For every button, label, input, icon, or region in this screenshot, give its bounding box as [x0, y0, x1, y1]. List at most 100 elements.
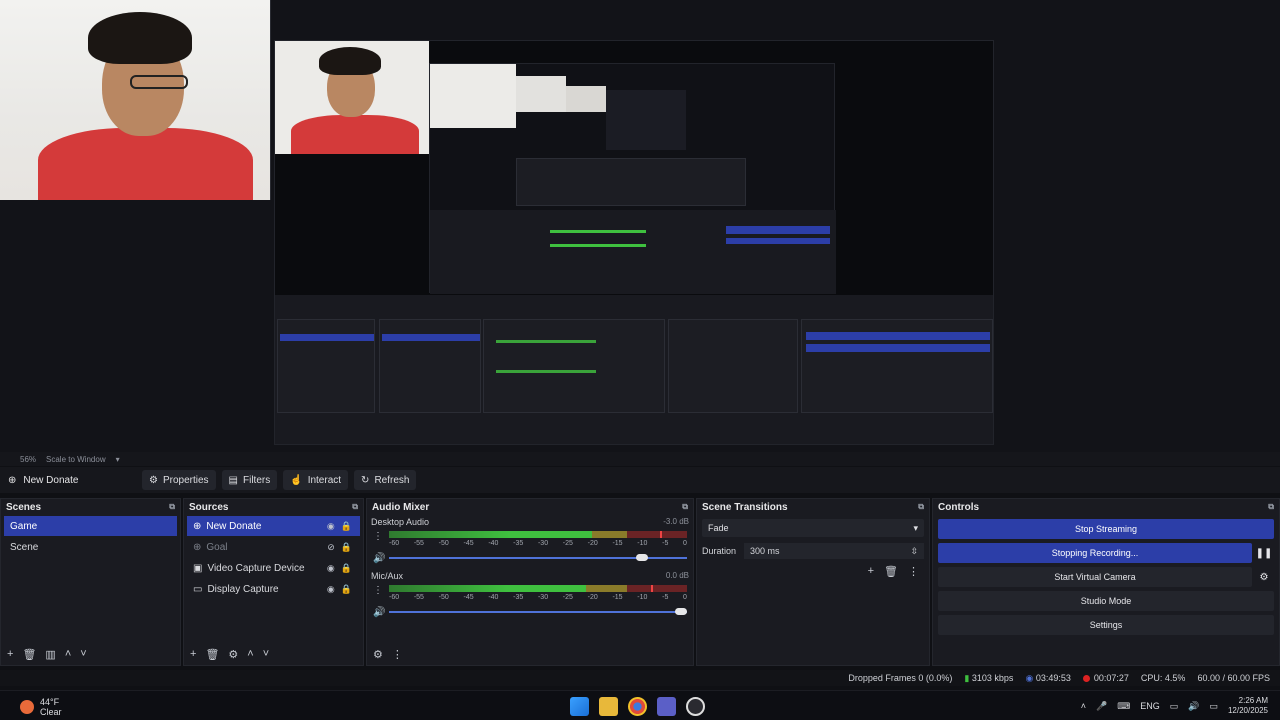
volume-slider[interactable]: [389, 608, 688, 615]
signal-icon: ▮: [964, 672, 970, 683]
source-toolbar: ⊕ New Donate ⚙ Properties ▤ Filters ☝ Inter…: [0, 467, 1280, 493]
undock-icon[interactable]: ⧉: [169, 502, 175, 512]
scene-item[interactable]: Game: [4, 516, 177, 536]
properties-button[interactable]: ⚙ Properties: [142, 470, 216, 490]
volume-icon[interactable]: 🔊: [1188, 701, 1199, 712]
source-item[interactable]: ⊕ New Donate ◉ 🔒: [187, 516, 360, 536]
chevron-down-icon[interactable]: ˅: [80, 648, 86, 660]
interact-label: Interact: [307, 474, 342, 486]
weather-temp: 44°F: [40, 697, 60, 707]
source-item[interactable]: ▣ Video Capture Device ◉ 🔒: [187, 558, 360, 578]
monitor-icon[interactable]: ▭: [1170, 701, 1179, 712]
source-item[interactable]: ⊕ Goal ⊘ 🔒: [187, 537, 360, 557]
battery-icon[interactable]: ▭: [1209, 701, 1218, 712]
taskbar: 44°F Clear ˄ 🎤 ⌨ ENG ▭ 🔊 ▭ 2:26 AM 12/20/…: [0, 690, 1280, 720]
eye-icon[interactable]: ◉: [327, 521, 335, 532]
transition-select[interactable]: Fade ▾: [702, 519, 924, 537]
spinner-icon[interactable]: ⇳: [910, 546, 918, 557]
more-icon[interactable]: ⋮: [373, 585, 383, 596]
gear-icon[interactable]: ⚙: [228, 648, 238, 661]
obs-icon[interactable]: [686, 697, 705, 716]
nested-preview: [274, 40, 994, 445]
trash-icon[interactable]: 🗑: [22, 648, 36, 661]
eye-icon[interactable]: ◉: [327, 584, 335, 595]
source-item[interactable]: ▭ Display Capture ◉ 🔒: [187, 579, 360, 599]
chevron-up-icon[interactable]: ˄: [247, 648, 253, 660]
lock-icon[interactable]: 🔒: [341, 563, 352, 574]
interact-button[interactable]: ☝ Interact: [283, 470, 349, 490]
audio-mixer-dock: Audio Mixer ⧉ Desktop Audio -3.0 dB ⋮ -60 -…: [366, 498, 694, 666]
chevron-down-icon: ▾: [913, 522, 918, 533]
filters-button[interactable]: ▤ Filters: [221, 470, 278, 490]
source-label: New Donate: [206, 520, 262, 532]
lock-icon[interactable]: 🔒: [341, 521, 352, 532]
nested-obs-window: [275, 295, 993, 444]
chevron-down-icon[interactable]: ▾: [116, 455, 120, 464]
eye-off-icon[interactable]: ⊘: [327, 542, 335, 553]
undock-icon[interactable]: ⧉: [918, 502, 924, 512]
undock-icon[interactable]: ⧉: [1268, 502, 1274, 512]
slider-knob[interactable]: [675, 608, 688, 615]
more-icon[interactable]: ⋮: [392, 648, 403, 661]
start-virtual-camera-button[interactable]: Start Virtual Camera: [938, 567, 1252, 587]
mic-icon[interactable]: 🎤: [1096, 701, 1107, 712]
windows-start-icon[interactable]: [570, 697, 589, 716]
weather-widget[interactable]: 44°F Clear: [20, 697, 62, 717]
studio-mode-button[interactable]: Studio Mode: [938, 591, 1274, 611]
duration-input[interactable]: 300 ms ⇳: [744, 543, 924, 559]
chrome-icon[interactable]: [628, 697, 647, 716]
language[interactable]: ENG: [1140, 701, 1160, 711]
chevron-down-icon[interactable]: ˅: [263, 648, 269, 660]
preview-canvas[interactable]: [0, 0, 1280, 452]
meter-tick-label: -20: [587, 540, 598, 547]
chevron-up-icon[interactable]: ˄: [1081, 701, 1086, 711]
meter-tick-label: -10: [637, 594, 648, 601]
eye-icon[interactable]: ◉: [327, 563, 335, 574]
channel-db: -3.0 dB: [663, 517, 689, 526]
speaker-icon[interactable]: 🔊: [373, 607, 385, 618]
duration-label: Duration: [702, 546, 737, 556]
more-icon[interactable]: ⋮: [908, 565, 919, 578]
lock-icon[interactable]: 🔒: [341, 542, 352, 553]
source-label: Video Capture Device: [207, 562, 305, 574]
meter-tick-label: -30: [537, 540, 549, 547]
webcam-feed: [0, 0, 271, 200]
refresh-label: Refresh: [374, 474, 410, 486]
meter-tick-label: -35: [513, 540, 524, 547]
undock-icon[interactable]: ⧉: [352, 502, 358, 512]
slider-knob[interactable]: [636, 554, 649, 561]
speaker-icon[interactable]: 🔊: [373, 553, 385, 564]
settings-button[interactable]: Settings: [938, 615, 1274, 635]
zoom-level[interactable]: 56%: [20, 455, 36, 464]
more-icon[interactable]: ⋮: [373, 531, 383, 542]
mixer-settings-icon[interactable]: ⚙: [373, 648, 383, 661]
refresh-button[interactable]: ↻ Refresh: [354, 470, 417, 490]
clock[interactable]: 2:26 AM 12/20/2025: [1228, 696, 1268, 716]
chevron-up-icon[interactable]: ˄: [65, 648, 71, 660]
add-icon[interactable]: +: [7, 648, 13, 660]
teams-icon[interactable]: [657, 697, 676, 716]
meter-tick-label: -60: [389, 594, 400, 601]
filter-icon[interactable]: ▥: [45, 648, 55, 661]
trash-icon[interactable]: 🗑: [884, 565, 898, 578]
add-icon[interactable]: +: [868, 565, 874, 578]
add-icon[interactable]: +: [190, 648, 196, 660]
file-explorer-icon[interactable]: [599, 697, 618, 716]
trash-icon[interactable]: 🗑: [205, 648, 219, 661]
lock-icon[interactable]: 🔒: [341, 584, 352, 595]
pause-icon[interactable]: ❚❚: [1254, 543, 1274, 563]
globe-icon: ⊕: [8, 474, 17, 486]
gear-icon[interactable]: ⚙: [1254, 567, 1274, 587]
source-label: Goal: [206, 541, 228, 553]
scene-item[interactable]: Scene: [4, 537, 177, 557]
volume-slider[interactable]: [389, 554, 687, 561]
meter-ticks: -60 -55 -50 -45 -40 -35 -30 -25 -20 -15 -10 -5 0: [389, 540, 687, 547]
stream-time-group: ◉ 03:49:53: [1025, 673, 1070, 684]
stop-streaming-button[interactable]: Stop Streaming: [938, 519, 1274, 539]
keyboard-icon[interactable]: ⌨: [1117, 701, 1130, 712]
cpu-usage: CPU: 4.5%: [1140, 673, 1186, 683]
scale-mode[interactable]: Scale to Window: [46, 455, 106, 464]
undock-icon[interactable]: ⧉: [682, 502, 688, 512]
source-label: Display Capture: [207, 583, 279, 595]
stop-recording-button[interactable]: Stopping Recording...: [938, 543, 1252, 563]
